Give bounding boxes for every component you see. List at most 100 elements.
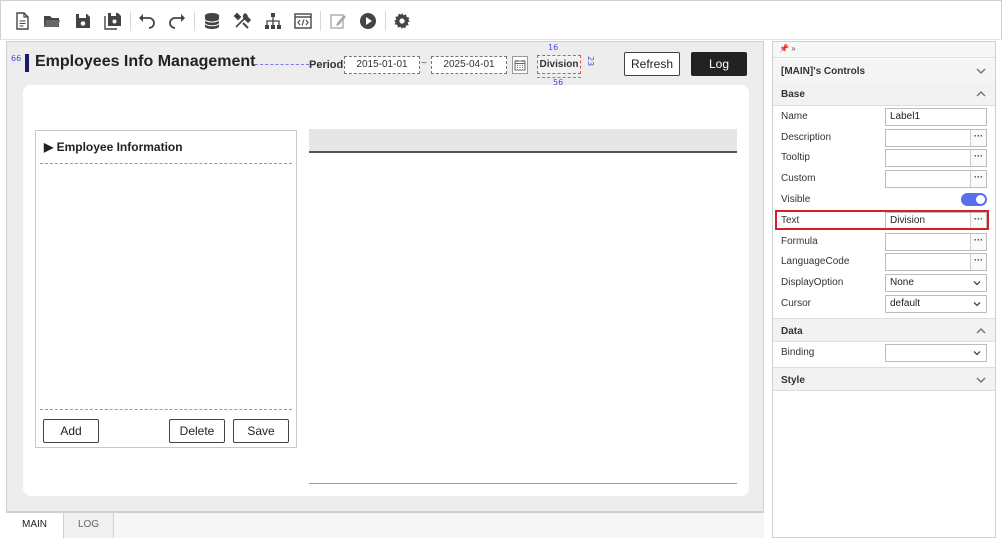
date-range-separator: ~: [421, 58, 427, 69]
description-input[interactable]: ···: [885, 129, 987, 147]
prop-row-description: Description ···: [773, 127, 995, 148]
chevron-up-icon[interactable]: [975, 325, 987, 337]
code-icon[interactable]: [292, 10, 314, 32]
toolbar-separator: [385, 11, 386, 31]
tooltip-input[interactable]: ···: [885, 149, 987, 167]
formula-input[interactable]: ···: [885, 233, 987, 251]
panel-divider-top: [40, 163, 292, 164]
save-all-icon[interactable]: [102, 10, 124, 32]
prop-language-code-label: LanguageCode: [781, 256, 850, 267]
prop-row-formula: Formula ···: [773, 231, 995, 252]
section-data[interactable]: Data: [773, 318, 995, 342]
toolbar-separator: [194, 11, 195, 31]
chevron-down-icon[interactable]: [975, 65, 987, 77]
display-option-select[interactable]: None: [885, 274, 987, 292]
cursor-value: default: [890, 298, 921, 309]
controls-header[interactable]: [MAIN]'s Controls: [773, 59, 995, 83]
hierarchy-icon[interactable]: [262, 10, 284, 32]
prop-binding-label: Binding: [781, 347, 815, 358]
prop-row-tooltip: Tooltip ···: [773, 147, 995, 168]
page-title[interactable]: Employees Info Management: [35, 53, 256, 71]
prop-row-visible: Visible: [773, 189, 995, 210]
dimension-left-label: 66: [11, 54, 22, 63]
form-canvas[interactable]: ▶ Employee Information Add Delete Save: [23, 85, 749, 496]
delete-button[interactable]: Delete: [169, 419, 225, 443]
chevron-up-icon[interactable]: [975, 88, 987, 100]
toggle-knob: [976, 195, 985, 204]
grid-header[interactable]: [309, 129, 737, 153]
chevron-down-icon: [973, 302, 981, 307]
guide-line: [255, 64, 309, 65]
prop-formula-label: Formula: [781, 236, 818, 247]
undo-icon[interactable]: [136, 10, 158, 32]
employee-info-title[interactable]: ▶ Employee Information: [44, 140, 183, 154]
prop-display-option-label: DisplayOption: [781, 277, 844, 288]
database-icon[interactable]: [201, 10, 223, 32]
properties-panel: 📌 » [MAIN]'s Controls Base Name Label1 D…: [772, 41, 996, 538]
cursor-select[interactable]: default: [885, 295, 987, 313]
more-dots-icon[interactable]: ···: [970, 171, 986, 187]
page-tabs: MAIN LOG: [6, 512, 764, 538]
pin-icon[interactable]: 📌: [779, 44, 789, 53]
redo-icon[interactable]: [166, 10, 188, 32]
chevron-down-icon: [973, 281, 981, 286]
visible-toggle[interactable]: [961, 193, 987, 206]
triangle-right-icon: ▶: [44, 140, 54, 154]
more-dots-icon[interactable]: ···: [970, 254, 986, 270]
open-folder-icon[interactable]: [41, 10, 63, 32]
tab-log[interactable]: LOG: [64, 513, 114, 538]
panel-pin-bar[interactable]: 📌 »: [773, 42, 995, 58]
prop-tooltip-label: Tooltip: [781, 152, 810, 163]
prop-row-custom: Custom ···: [773, 168, 995, 189]
calendar-icon[interactable]: [512, 56, 528, 74]
name-input[interactable]: Label1: [885, 108, 987, 126]
division-label[interactable]: Division: [537, 55, 581, 74]
refresh-button[interactable]: Refresh: [624, 52, 680, 76]
dimension-right-label: 23: [586, 56, 595, 67]
add-button[interactable]: Add: [43, 419, 99, 443]
panel-divider-bottom: [40, 409, 292, 410]
tab-main[interactable]: MAIN: [6, 513, 64, 538]
prop-row-name: Name Label1: [773, 106, 995, 127]
tools-icon[interactable]: [231, 10, 253, 32]
more-dots-icon[interactable]: ···: [970, 234, 986, 250]
date-to-input[interactable]: 2025-04-01: [431, 56, 507, 74]
toolbar-separator: [320, 11, 321, 31]
prop-cursor-label: Cursor: [781, 298, 812, 309]
save-button[interactable]: Save: [233, 419, 289, 443]
collapse-arrows-icon[interactable]: »: [791, 44, 795, 53]
section-data-label: Data: [781, 326, 803, 337]
prop-visible-label: Visible: [781, 194, 811, 205]
title-accent-bar: [25, 54, 29, 72]
section-style[interactable]: Style: [773, 367, 995, 391]
dimension-top-label: 16: [548, 43, 559, 52]
more-dots-icon[interactable]: ···: [970, 150, 986, 166]
main-toolbar: [0, 0, 1002, 40]
prop-name-label: Name: [781, 111, 808, 122]
prop-row-cursor: Cursor default: [773, 293, 995, 314]
controls-header-label: [MAIN]'s Controls: [781, 66, 866, 77]
display-option-value: None: [890, 277, 914, 288]
custom-input[interactable]: ···: [885, 170, 987, 188]
period-label[interactable]: Period: [309, 59, 343, 71]
binding-select[interactable]: [885, 344, 987, 362]
save-icon[interactable]: [72, 10, 94, 32]
prop-description-label: Description: [781, 132, 832, 143]
grid-bottom-border: [309, 483, 737, 484]
employee-info-title-text: Employee Information: [56, 140, 183, 154]
chevron-down-icon: [973, 351, 981, 356]
run-icon[interactable]: [357, 10, 379, 32]
settings-icon[interactable]: [391, 10, 413, 32]
employee-info-panel[interactable]: ▶ Employee Information Add Delete Save: [35, 130, 297, 448]
log-button[interactable]: Log: [691, 52, 747, 76]
design-surface[interactable]: 66 Employees Info Management Period 2015…: [6, 41, 764, 512]
language-code-input[interactable]: ···: [885, 253, 987, 271]
section-base[interactable]: Base: [773, 82, 995, 106]
new-file-icon[interactable]: [11, 10, 33, 32]
prop-row-binding: Binding: [773, 342, 995, 363]
text-row-highlight: [775, 210, 989, 230]
more-dots-icon[interactable]: ···: [970, 130, 986, 146]
edit-icon[interactable]: [327, 10, 349, 32]
chevron-down-icon[interactable]: [975, 374, 987, 386]
date-from-input[interactable]: 2015-01-01: [344, 56, 420, 74]
